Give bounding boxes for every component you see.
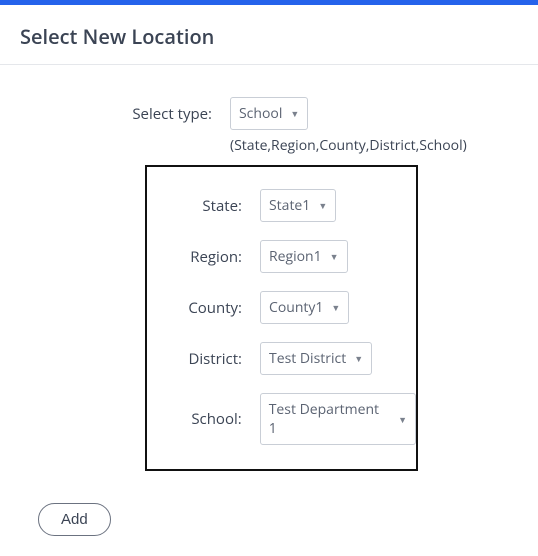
select-school-value: Test Department 1 — [269, 400, 390, 438]
chevron-down-icon: ▼ — [330, 250, 339, 263]
add-button[interactable]: Add — [38, 503, 111, 536]
row-school: School: Test Department 1 ▼ — [147, 393, 416, 445]
select-state[interactable]: State1 ▼ — [260, 189, 336, 222]
chevron-down-icon: ▼ — [398, 413, 407, 426]
row-county: County: County1 ▼ — [147, 291, 416, 324]
label-state: State: — [175, 196, 260, 216]
chevron-down-icon: ▼ — [290, 107, 299, 120]
row-state: State: State1 ▼ — [147, 189, 416, 222]
select-county-value: County1 — [269, 298, 323, 317]
select-region-value: Region1 — [269, 247, 322, 266]
action-row: Add — [20, 487, 518, 536]
select-type-hint: (State,Region,County,District,School) — [230, 136, 518, 155]
select-type-value: School — [239, 104, 282, 123]
chevron-down-icon: ▼ — [354, 352, 363, 365]
select-district[interactable]: Test District ▼ — [260, 342, 372, 375]
form-area: Select type: School ▼ (State,Region,Coun… — [0, 65, 538, 556]
select-type[interactable]: School ▼ — [230, 97, 308, 130]
select-region[interactable]: Region1 ▼ — [260, 240, 348, 273]
row-region: Region: Region1 ▼ — [147, 240, 416, 273]
label-school: School: — [175, 409, 260, 429]
chevron-down-icon: ▼ — [318, 199, 327, 212]
label-district: District: — [175, 349, 260, 369]
label-region: Region: — [175, 247, 260, 267]
chevron-down-icon: ▼ — [331, 301, 340, 314]
dialog-header: Select New Location — [0, 5, 538, 65]
row-district: District: Test District ▼ — [147, 342, 416, 375]
select-state-value: State1 — [269, 196, 310, 215]
label-select-type: Select type: — [20, 104, 230, 124]
location-hierarchy-box: State: State1 ▼ Region: Region1 ▼ County… — [145, 165, 418, 471]
row-select-type: Select type: School ▼ — [20, 97, 518, 130]
label-county: County: — [175, 298, 260, 318]
select-county[interactable]: County1 ▼ — [260, 291, 349, 324]
dialog-title: Select New Location — [20, 23, 518, 50]
select-district-value: Test District — [269, 349, 346, 368]
select-school[interactable]: Test Department 1 ▼ — [260, 393, 416, 445]
